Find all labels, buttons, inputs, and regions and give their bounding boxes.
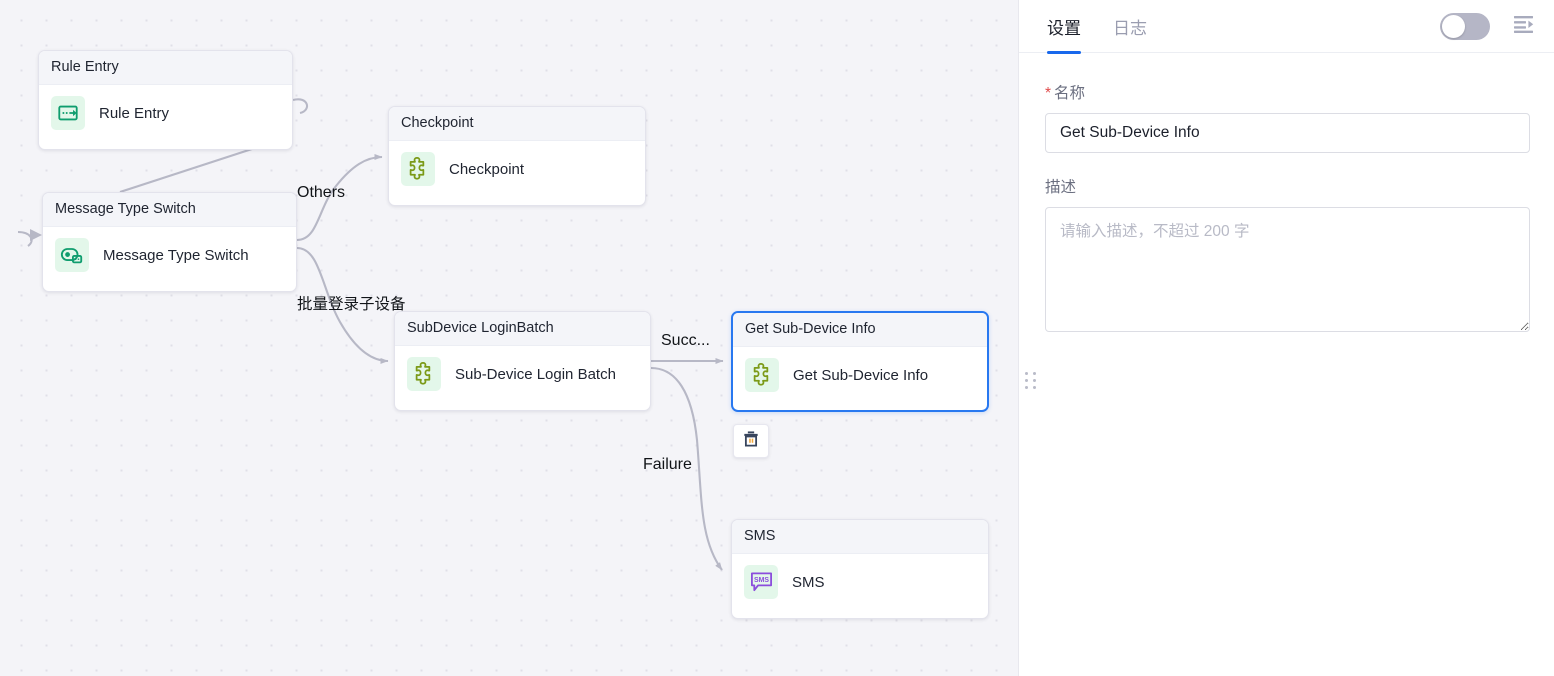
tab-logs[interactable]: 日志 bbox=[1113, 0, 1147, 53]
node-label: Sub-Device Login Batch bbox=[455, 365, 616, 383]
puzzle-icon bbox=[745, 358, 779, 392]
field-description: 描述 bbox=[1045, 175, 1530, 337]
node-label: Checkpoint bbox=[449, 160, 525, 178]
node-header-title: SMS bbox=[732, 520, 988, 554]
puzzle-icon bbox=[401, 152, 435, 186]
node-label: Get Sub-Device Info bbox=[793, 366, 929, 384]
node-message-type-switch[interactable]: Message Type Switch Message Type Switch bbox=[42, 192, 297, 292]
trash-icon bbox=[742, 430, 760, 453]
panel-header-actions bbox=[1440, 12, 1536, 40]
name-input[interactable] bbox=[1045, 113, 1530, 153]
node-get-sub-device-info[interactable]: Get Sub-Device Info Get Sub-Device Info bbox=[731, 311, 989, 412]
node-body: Get Sub-Device Info bbox=[733, 347, 987, 403]
collapse-panel-button[interactable] bbox=[1512, 14, 1536, 38]
node-label: Rule Entry bbox=[99, 104, 170, 122]
node-rule-entry[interactable]: Rule Entry Rule Entry bbox=[38, 50, 293, 150]
tab-label: 日志 bbox=[1113, 18, 1147, 38]
panel-form: *名称 描述 bbox=[1019, 53, 1554, 337]
panel-header: 设置 日志 bbox=[1019, 0, 1554, 54]
node-label: SMS bbox=[792, 573, 825, 591]
required-marker: * bbox=[1045, 85, 1052, 102]
node-body: SMS SMS bbox=[732, 554, 988, 610]
svg-text:SMS: SMS bbox=[754, 577, 769, 584]
node-header-title: Message Type Switch bbox=[43, 193, 296, 227]
collapse-panel-icon bbox=[1513, 14, 1535, 39]
name-field-label: * 名称 bbox=[1045, 81, 1530, 103]
node-body: Message Type Switch bbox=[43, 227, 296, 283]
description-field-label: 描述 bbox=[1045, 179, 1077, 196]
node-body: Checkpoint bbox=[389, 141, 645, 197]
handle-dot bbox=[1025, 372, 1028, 375]
description-textarea[interactable] bbox=[1045, 207, 1530, 332]
handle-dot bbox=[1025, 379, 1028, 382]
tab-settings[interactable]: 设置 bbox=[1047, 0, 1081, 54]
node-checkpoint[interactable]: Checkpoint Checkpoint bbox=[388, 106, 646, 206]
node-label: Message Type Switch bbox=[103, 246, 249, 264]
enable-toggle[interactable] bbox=[1440, 12, 1490, 40]
toggle-knob bbox=[1442, 14, 1465, 38]
handle-dot bbox=[1033, 372, 1036, 375]
panel-tabs: 设置 日志 bbox=[1047, 0, 1147, 54]
node-body: Sub-Device Login Batch bbox=[395, 346, 650, 402]
edge-label-success: Succ... bbox=[661, 332, 710, 349]
sms-icon: SMS bbox=[744, 565, 778, 599]
delete-edge-button[interactable] bbox=[733, 424, 769, 458]
flow-canvas[interactable]: Rule Entry Rule Entry Message Type Switc… bbox=[0, 0, 1018, 676]
name-label-text: 名称 bbox=[1054, 85, 1086, 102]
handle-dot bbox=[1033, 386, 1036, 389]
properties-panel: 设置 日志 * 名称 Get Sub-Device Info 描述 请输入描述，… bbox=[1018, 0, 1554, 676]
node-header-title: Rule Entry bbox=[39, 51, 292, 85]
node-header-title: Get Sub-Device Info bbox=[733, 313, 987, 347]
edge-label-batch-login-subdevice: 批量登录子设备 bbox=[297, 296, 406, 313]
handle-dot bbox=[1025, 386, 1028, 389]
field-name: * 名称 bbox=[1045, 81, 1530, 153]
edge-label-others: Others bbox=[297, 184, 346, 201]
panel-resize-handle[interactable] bbox=[1025, 372, 1039, 392]
node-subdevice-loginbatch[interactable]: SubDevice LoginBatch Sub-Device Login Ba… bbox=[394, 311, 651, 411]
node-header-title: SubDevice LoginBatch bbox=[395, 312, 650, 346]
node-header-title: Checkpoint bbox=[389, 107, 645, 141]
edge-label-failure: Failure bbox=[643, 456, 692, 473]
node-sms[interactable]: SMS SMS SMS bbox=[731, 519, 989, 619]
handle-dot bbox=[1033, 379, 1036, 382]
puzzle-icon bbox=[407, 357, 441, 391]
rule-entry-icon bbox=[51, 96, 85, 130]
node-body: Rule Entry bbox=[39, 85, 292, 141]
tab-label: 设置 bbox=[1047, 18, 1081, 38]
switch-icon bbox=[55, 238, 89, 272]
rule-engine-editor: Rule Entry Rule Entry Message Type Switc… bbox=[0, 0, 1554, 676]
